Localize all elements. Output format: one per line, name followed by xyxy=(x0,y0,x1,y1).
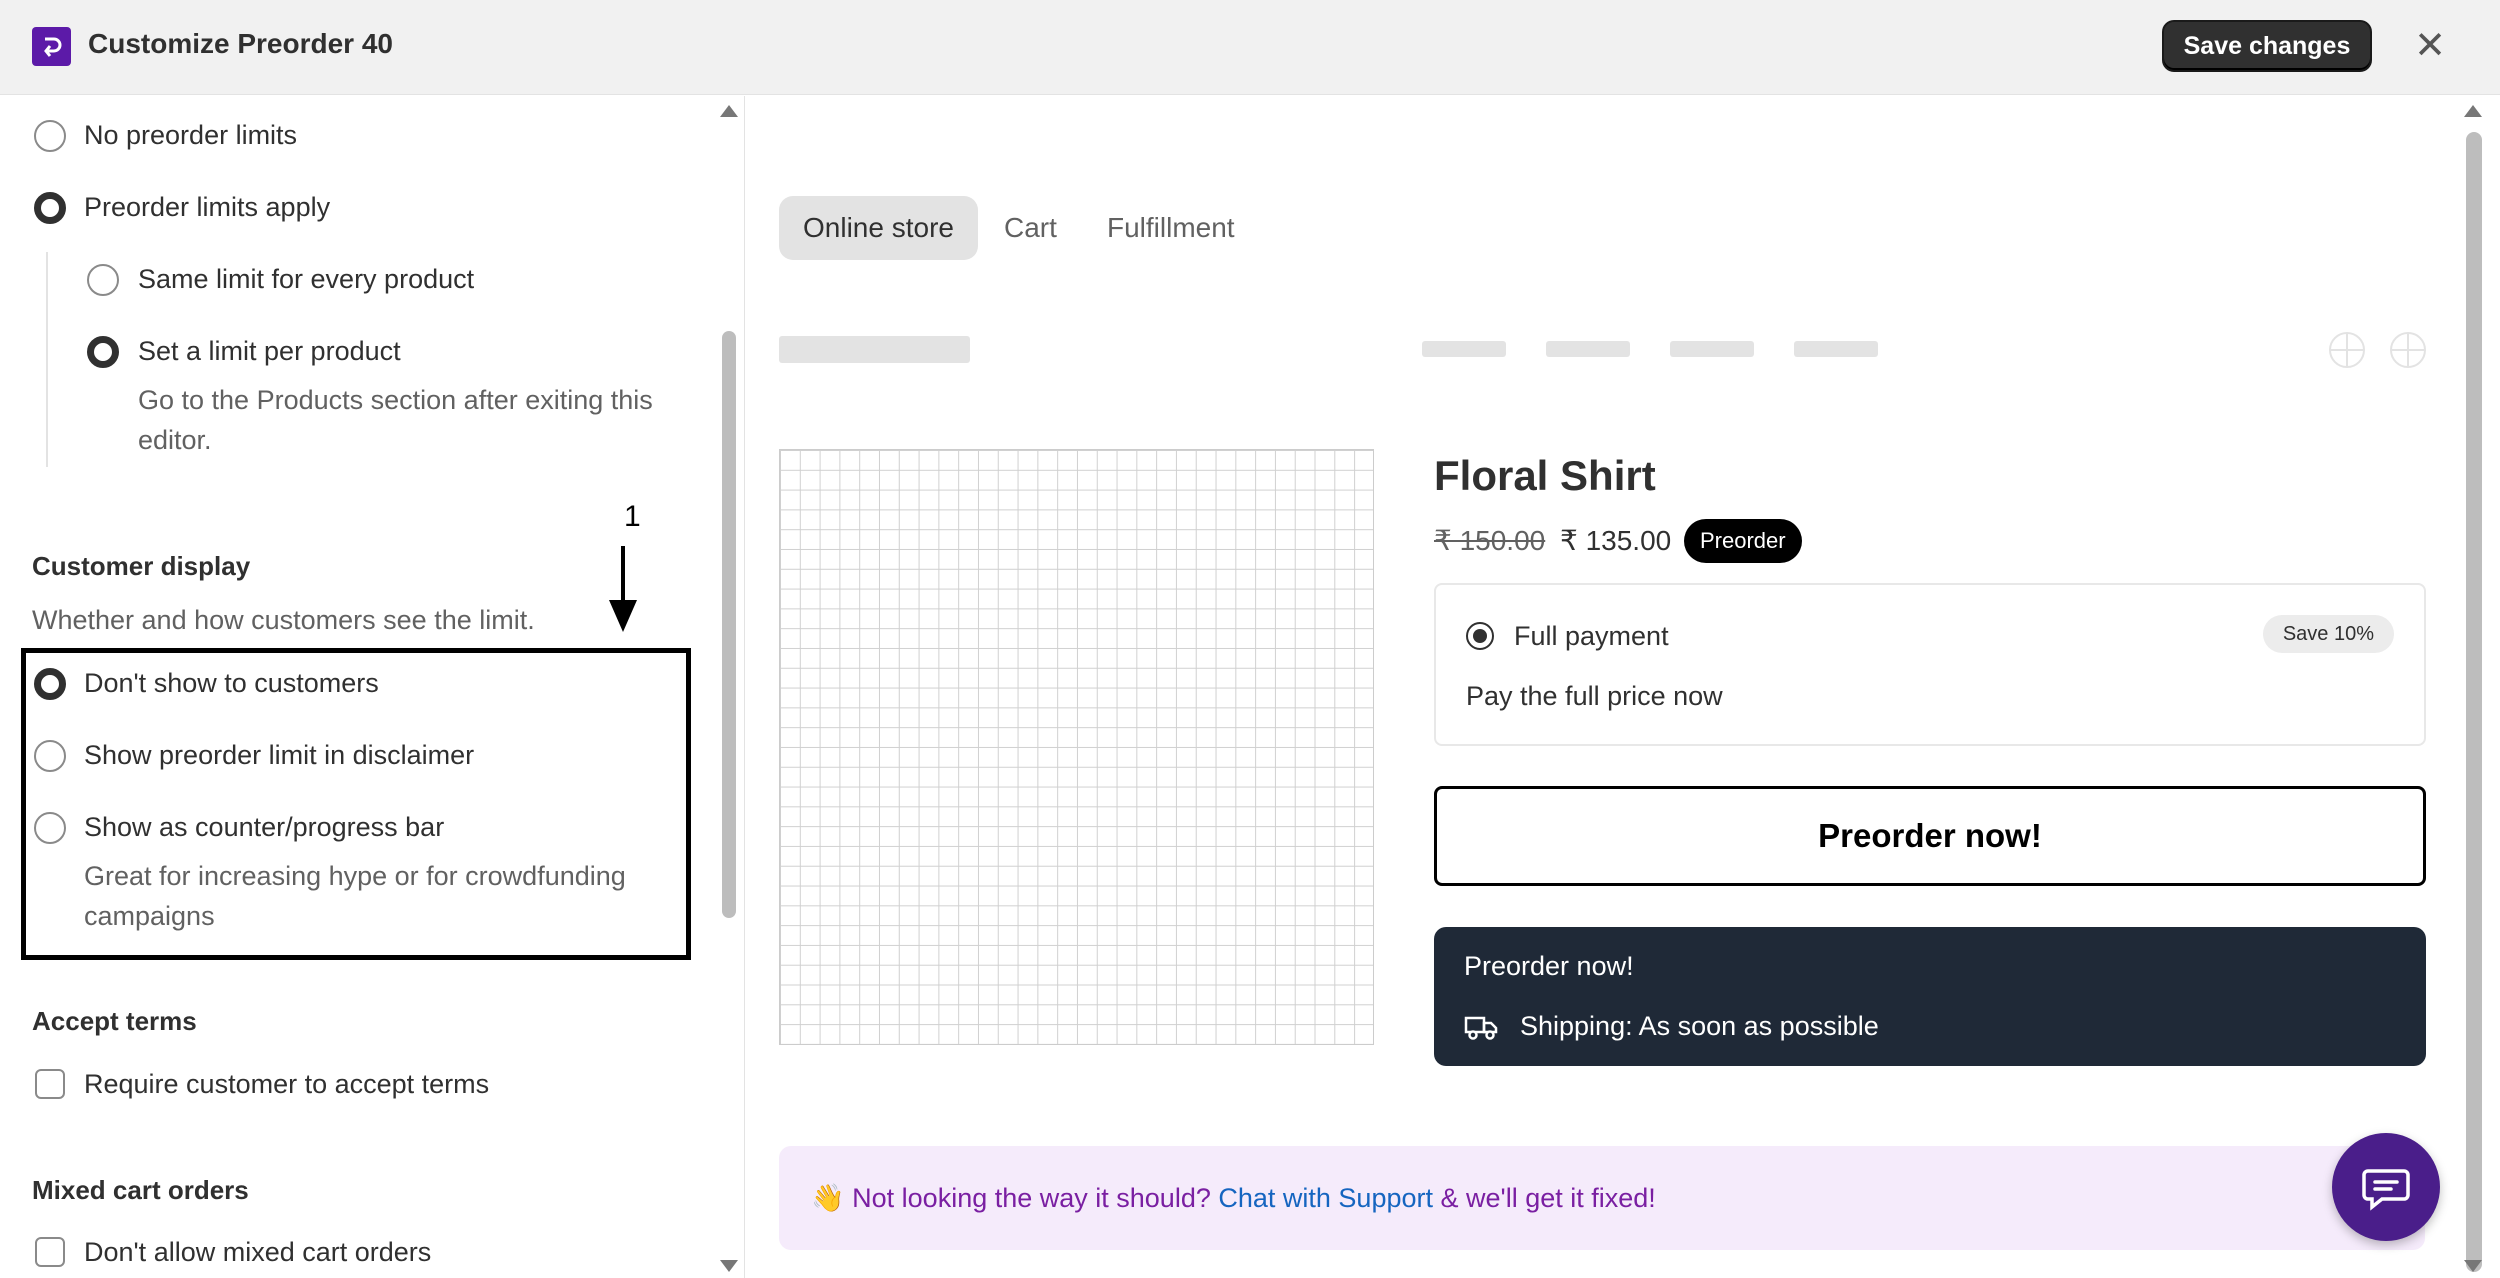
per-product-help-line2: editor. xyxy=(138,425,212,455)
right-scrollbar[interactable] xyxy=(2466,132,2482,1272)
counter-radio[interactable] xyxy=(34,812,66,844)
per-product-help-line1: Go to the Products section after exiting… xyxy=(138,385,653,415)
truck-icon xyxy=(1464,1016,1498,1040)
store-search-icon xyxy=(2329,332,2365,368)
support-message: 👋 Not looking the way it should? Chat wi… xyxy=(811,1182,1656,1214)
mixed-cart-checkbox[interactable] xyxy=(35,1237,65,1267)
same-limit-radio[interactable] xyxy=(87,264,119,296)
wave-emoji-icon: 👋 xyxy=(811,1183,845,1213)
limits-apply-label: Preorder limits apply xyxy=(84,192,331,222)
no-limits-radio[interactable] xyxy=(34,120,66,152)
accept-terms-heading: Accept terms xyxy=(32,1006,197,1036)
chat-icon xyxy=(2362,1169,2410,1211)
chat-support-link[interactable]: Chat with Support xyxy=(1218,1183,1433,1213)
info-card-title: Preorder now! xyxy=(1464,951,1634,981)
tab-cart[interactable]: Cart xyxy=(980,196,1081,260)
page-title: Customize Preorder 40 xyxy=(88,28,393,59)
same-limit-label: Same limit for every product xyxy=(138,264,475,294)
product-image-placeholder xyxy=(779,449,1374,1045)
preorder-now-button[interactable]: Preorder now! xyxy=(1434,786,2426,886)
full-payment-radio[interactable] xyxy=(1466,622,1494,650)
left-scrollbar[interactable] xyxy=(722,331,736,918)
tab-online-store[interactable]: Online store xyxy=(779,196,978,260)
payment-option-card[interactable]: Full payment Save 10% Pay the full price… xyxy=(1434,583,2426,746)
product-title: Floral Shirt xyxy=(1434,452,1656,499)
nav-placeholder xyxy=(1670,341,1754,357)
editor-header: Customize Preorder 40 Save changes ✕ xyxy=(0,0,2500,95)
right-scroll-up-icon[interactable] xyxy=(2464,105,2482,117)
per-product-label: Set a limit per product xyxy=(138,336,401,366)
store-logo-placeholder xyxy=(779,336,970,363)
dont-show-label: Don't show to customers xyxy=(84,668,379,698)
compare-at-price: ₹ 150.00 xyxy=(1434,525,1546,556)
annotation-number: 1 xyxy=(624,500,641,533)
preorder-badge: Preorder xyxy=(1684,519,1802,563)
mixed-cart-heading: Mixed cart orders xyxy=(32,1175,249,1205)
mixed-cart-label: Don't allow mixed cart orders xyxy=(84,1237,432,1267)
support-text-before: Not looking the way it should? xyxy=(852,1183,1211,1213)
save-changes-button[interactable]: Save changes xyxy=(2162,20,2372,72)
tab-fulfillment[interactable]: Fulfillment xyxy=(1083,196,1259,260)
disclaimer-label: Show preorder limit in disclaimer xyxy=(84,740,475,770)
annotation-arrow-shaft xyxy=(621,546,625,608)
accept-terms-checkbox[interactable] xyxy=(35,1069,65,1099)
store-cart-icon xyxy=(2390,332,2426,368)
shipping-text: Shipping: As soon as possible xyxy=(1520,1011,1879,1041)
indent-divider xyxy=(46,252,48,467)
counter-help-line1: Great for increasing hype or for crowdfu… xyxy=(84,861,626,891)
accept-terms-label: Require customer to accept terms xyxy=(84,1069,490,1099)
full-payment-label: Full payment xyxy=(1514,621,1669,651)
nav-placeholder xyxy=(1546,341,1630,357)
left-scroll-down-icon[interactable] xyxy=(720,1260,738,1272)
customer-display-heading: Customer display xyxy=(32,551,251,581)
dont-show-radio[interactable] xyxy=(34,668,66,700)
nav-placeholder xyxy=(1422,341,1506,357)
left-scroll-up-icon[interactable] xyxy=(720,105,738,117)
right-scroll-down-icon[interactable] xyxy=(2464,1260,2482,1272)
nav-placeholder xyxy=(1794,341,1878,357)
annotation-arrow-icon xyxy=(609,600,637,632)
no-limits-label: No preorder limits xyxy=(84,120,298,150)
counter-label: Show as counter/progress bar xyxy=(84,812,445,842)
preorder-info-card: Preorder now! Shipping: As soon as possi… xyxy=(1434,927,2426,1066)
customer-display-help: Whether and how customers see the limit. xyxy=(32,605,535,635)
chat-button[interactable] xyxy=(2332,1133,2440,1241)
per-product-radio[interactable] xyxy=(87,336,119,368)
limits-apply-radio[interactable] xyxy=(34,192,66,224)
payment-description: Pay the full price now xyxy=(1466,681,1723,711)
close-icon[interactable]: ✕ xyxy=(2410,22,2450,70)
save-badge: Save 10% xyxy=(2262,615,2394,653)
product-price: ₹ 135.00 xyxy=(1560,525,1672,556)
app-logo-icon xyxy=(32,27,71,66)
disclaimer-radio[interactable] xyxy=(34,740,66,772)
counter-help-line2: campaigns xyxy=(84,901,215,931)
support-text-after: & we'll get it fixed! xyxy=(1440,1183,1656,1213)
support-banner: 👋 Not looking the way it should? Chat wi… xyxy=(779,1146,2425,1250)
